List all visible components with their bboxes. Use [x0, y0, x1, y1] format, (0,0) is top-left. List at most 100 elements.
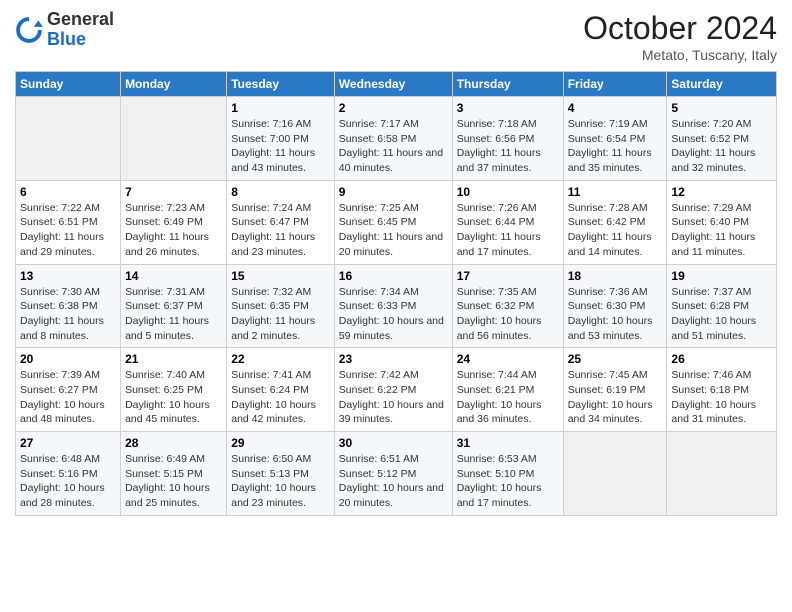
day-info: Sunrise: 7:26 AMSunset: 6:44 PMDaylight:…	[457, 201, 559, 260]
day-number: 28	[125, 436, 222, 450]
day-info: Sunrise: 6:49 AMSunset: 5:15 PMDaylight:…	[125, 452, 222, 511]
col-header-sunday: Sunday	[16, 72, 121, 97]
day-cell	[121, 97, 227, 181]
day-cell	[667, 432, 777, 516]
week-row-1: 1 Sunrise: 7:16 AMSunset: 7:00 PMDaylight…	[16, 97, 777, 181]
calendar-table: SundayMondayTuesdayWednesdayThursdayFrid…	[15, 71, 777, 516]
day-cell: 25 Sunrise: 7:45 AMSunset: 6:19 PMDayligh…	[563, 348, 667, 432]
col-header-monday: Monday	[121, 72, 227, 97]
day-info: Sunrise: 6:51 AMSunset: 5:12 PMDaylight:…	[339, 452, 448, 511]
day-number: 23	[339, 352, 448, 366]
day-cell: 1 Sunrise: 7:16 AMSunset: 7:00 PMDaylight…	[227, 97, 335, 181]
day-cell: 5 Sunrise: 7:20 AMSunset: 6:52 PMDaylight…	[667, 97, 777, 181]
day-info: Sunrise: 7:39 AMSunset: 6:27 PMDaylight:…	[20, 368, 116, 427]
day-info: Sunrise: 7:31 AMSunset: 6:37 PMDaylight:…	[125, 285, 222, 344]
day-number: 19	[671, 269, 772, 283]
day-number: 15	[231, 269, 330, 283]
day-number: 22	[231, 352, 330, 366]
day-number: 10	[457, 185, 559, 199]
day-number: 1	[231, 101, 330, 115]
logo: General Blue	[15, 10, 114, 50]
day-info: Sunrise: 7:19 AMSunset: 6:54 PMDaylight:…	[568, 117, 663, 176]
day-info: Sunrise: 7:24 AMSunset: 6:47 PMDaylight:…	[231, 201, 330, 260]
day-number: 14	[125, 269, 222, 283]
day-info: Sunrise: 7:37 AMSunset: 6:28 PMDaylight:…	[671, 285, 772, 344]
day-info: Sunrise: 7:25 AMSunset: 6:45 PMDaylight:…	[339, 201, 448, 260]
header: General Blue October 2024 Metato, Tuscan…	[15, 10, 777, 63]
day-number: 25	[568, 352, 663, 366]
day-number: 17	[457, 269, 559, 283]
day-cell: 12Sunrise: 7:29 AMSunset: 6:40 PMDayligh…	[667, 180, 777, 264]
week-row-3: 13 Sunrise: 7:30 AMSunset: 6:38 PMDayligh…	[16, 264, 777, 348]
day-cell: 22 Sunrise: 7:41 AMSunset: 6:24 PMDayligh…	[227, 348, 335, 432]
day-cell: 10 Sunrise: 7:26 AMSunset: 6:44 PMDayligh…	[452, 180, 563, 264]
day-cell: 23 Sunrise: 7:42 AMSunset: 6:22 PMDayligh…	[334, 348, 452, 432]
day-cell: 21 Sunrise: 7:40 AMSunset: 6:25 PMDayligh…	[121, 348, 227, 432]
day-number: 20	[20, 352, 116, 366]
day-number: 18	[568, 269, 663, 283]
day-cell: 26 Sunrise: 7:46 AMSunset: 6:18 PMDayligh…	[667, 348, 777, 432]
logo-icon	[15, 16, 43, 44]
day-number: 6	[20, 185, 116, 199]
day-number: 12	[671, 185, 772, 199]
day-cell: 15 Sunrise: 7:32 AMSunset: 6:35 PMDayligh…	[227, 264, 335, 348]
day-cell: 24Sunrise: 7:44 AMSunset: 6:21 PMDayligh…	[452, 348, 563, 432]
day-cell: 13 Sunrise: 7:30 AMSunset: 6:38 PMDayligh…	[16, 264, 121, 348]
week-row-2: 6 Sunrise: 7:22 AMSunset: 6:51 PMDaylight…	[16, 180, 777, 264]
title-block: October 2024 Metato, Tuscany, Italy	[583, 10, 777, 63]
page: General Blue October 2024 Metato, Tuscan…	[0, 0, 792, 612]
day-info: Sunrise: 7:23 AMSunset: 6:49 PMDaylight:…	[125, 201, 222, 260]
day-info: Sunrise: 7:42 AMSunset: 6:22 PMDaylight:…	[339, 368, 448, 427]
day-info: Sunrise: 7:41 AMSunset: 6:24 PMDaylight:…	[231, 368, 330, 427]
day-number: 2	[339, 101, 448, 115]
day-number: 4	[568, 101, 663, 115]
day-info: Sunrise: 7:35 AMSunset: 6:32 PMDaylight:…	[457, 285, 559, 344]
month-title: October 2024	[583, 10, 777, 47]
day-number: 7	[125, 185, 222, 199]
day-info: Sunrise: 7:22 AMSunset: 6:51 PMDaylight:…	[20, 201, 116, 260]
day-info: Sunrise: 7:46 AMSunset: 6:18 PMDaylight:…	[671, 368, 772, 427]
day-cell: 16Sunrise: 7:34 AMSunset: 6:33 PMDayligh…	[334, 264, 452, 348]
day-cell	[563, 432, 667, 516]
day-cell	[16, 97, 121, 181]
day-info: Sunrise: 7:28 AMSunset: 6:42 PMDaylight:…	[568, 201, 663, 260]
day-info: Sunrise: 7:45 AMSunset: 6:19 PMDaylight:…	[568, 368, 663, 427]
day-info: Sunrise: 7:30 AMSunset: 6:38 PMDaylight:…	[20, 285, 116, 344]
day-info: Sunrise: 6:50 AMSunset: 5:13 PMDaylight:…	[231, 452, 330, 511]
week-row-5: 27Sunrise: 6:48 AMSunset: 5:16 PMDayligh…	[16, 432, 777, 516]
day-cell: 6 Sunrise: 7:22 AMSunset: 6:51 PMDaylight…	[16, 180, 121, 264]
day-info: Sunrise: 6:48 AMSunset: 5:16 PMDaylight:…	[20, 452, 116, 511]
day-cell: 27Sunrise: 6:48 AMSunset: 5:16 PMDayligh…	[16, 432, 121, 516]
day-number: 13	[20, 269, 116, 283]
logo-text: General Blue	[47, 10, 114, 50]
day-info: Sunrise: 7:16 AMSunset: 7:00 PMDaylight:…	[231, 117, 330, 176]
day-cell: 11 Sunrise: 7:28 AMSunset: 6:42 PMDayligh…	[563, 180, 667, 264]
day-cell: 28 Sunrise: 6:49 AMSunset: 5:15 PMDayligh…	[121, 432, 227, 516]
day-cell: 9 Sunrise: 7:25 AMSunset: 6:45 PMDaylight…	[334, 180, 452, 264]
day-cell: 19 Sunrise: 7:37 AMSunset: 6:28 PMDayligh…	[667, 264, 777, 348]
day-info: Sunrise: 7:34 AMSunset: 6:33 PMDaylight:…	[339, 285, 448, 344]
col-header-saturday: Saturday	[667, 72, 777, 97]
day-number: 5	[671, 101, 772, 115]
day-number: 21	[125, 352, 222, 366]
day-number: 26	[671, 352, 772, 366]
day-cell: 18 Sunrise: 7:36 AMSunset: 6:30 PMDayligh…	[563, 264, 667, 348]
day-info: Sunrise: 7:20 AMSunset: 6:52 PMDaylight:…	[671, 117, 772, 176]
day-number: 29	[231, 436, 330, 450]
day-number: 9	[339, 185, 448, 199]
day-cell: 3Sunrise: 7:18 AMSunset: 6:56 PMDaylight…	[452, 97, 563, 181]
day-cell: 31 Sunrise: 6:53 AMSunset: 5:10 PMDayligh…	[452, 432, 563, 516]
day-info: Sunrise: 7:17 AMSunset: 6:58 PMDaylight:…	[339, 117, 448, 176]
day-cell: 4 Sunrise: 7:19 AMSunset: 6:54 PMDaylight…	[563, 97, 667, 181]
day-info: Sunrise: 7:36 AMSunset: 6:30 PMDaylight:…	[568, 285, 663, 344]
day-info: Sunrise: 7:32 AMSunset: 6:35 PMDaylight:…	[231, 285, 330, 344]
day-info: Sunrise: 7:40 AMSunset: 6:25 PMDaylight:…	[125, 368, 222, 427]
day-cell: 29 Sunrise: 6:50 AMSunset: 5:13 PMDayligh…	[227, 432, 335, 516]
day-number: 30	[339, 436, 448, 450]
day-info: Sunrise: 6:53 AMSunset: 5:10 PMDaylight:…	[457, 452, 559, 511]
day-cell: 14 Sunrise: 7:31 AMSunset: 6:37 PMDayligh…	[121, 264, 227, 348]
day-number: 11	[568, 185, 663, 199]
day-cell: 8 Sunrise: 7:24 AMSunset: 6:47 PMDaylight…	[227, 180, 335, 264]
day-number: 31	[457, 436, 559, 450]
day-number: 8	[231, 185, 330, 199]
